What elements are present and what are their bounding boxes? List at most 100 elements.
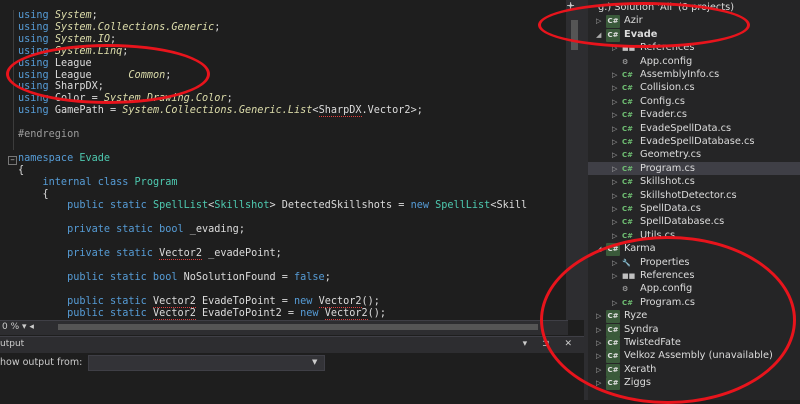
expand-icon[interactable]: ▷ (612, 42, 622, 55)
vertical-scroll-thumb[interactable] (571, 20, 578, 50)
tree-item[interactable]: ▷ C# EvadeSpellDatabase.cs (588, 135, 800, 148)
collapse-icon[interactable]: ◢ (596, 29, 606, 42)
tree-item-label: Azir (624, 15, 643, 27)
tree-item[interactable]: ▷ C# SpellDatabase.cs (588, 215, 800, 228)
expand-icon[interactable]: ▷ (612, 149, 622, 162)
expand-icon[interactable]: ▷ (596, 337, 606, 350)
code-token: using (18, 57, 55, 69)
tree-item-label: Syndra (624, 323, 659, 335)
tree-item[interactable]: ◢ C# Karma (588, 242, 800, 257)
expand-icon[interactable]: ▷ (596, 364, 606, 377)
output-body (0, 372, 584, 400)
tree-item-label: TwistedFate (624, 337, 681, 348)
expand-icon[interactable]: ▷ (612, 82, 622, 95)
code-token: { (18, 164, 25, 176)
tree-item[interactable]: ▷ C# Collision.cs (588, 81, 800, 94)
tree-item[interactable]: ▷ C# Evader.cs (588, 108, 800, 121)
config-file-icon: ⚙ (622, 57, 629, 66)
tree-item[interactable]: g.) Solution 'All' (8 projects) (588, 1, 800, 14)
tree-item[interactable]: ▷ C# Skillshot.cs (588, 175, 800, 188)
panel-window-buttons[interactable]: ▾ ⊐ ✕ (523, 339, 578, 349)
expand-icon[interactable]: ▷ (612, 136, 622, 149)
code-line: public static Vector2 EvadeToPoint2 = ne… (18, 307, 386, 320)
tree-item[interactable]: ▷ C# AssemblyInfo.cs (588, 68, 800, 81)
tree-item[interactable]: ▷ C# Velkoz Assembly (unavailable) (588, 349, 800, 364)
tree-item[interactable]: ▷ C# Azir (588, 14, 800, 29)
expand-icon[interactable]: ▷ (612, 297, 622, 310)
expand-icon[interactable]: ▷ (612, 176, 622, 189)
expand-icon[interactable]: ▷ (612, 216, 622, 229)
horizontal-scroll-thumb[interactable] (58, 324, 538, 330)
expand-icon[interactable]: ▷ (612, 203, 622, 216)
tree-item[interactable]: ▷ C# EvadeSpellData.cs (588, 122, 800, 135)
code-token: using (18, 93, 55, 105)
expand-icon[interactable]: ▷ (596, 324, 606, 337)
tree-item[interactable]: ▷ C# Ziggs (588, 376, 800, 391)
code-token: ; (97, 81, 104, 93)
tree-item[interactable]: ▷ 🔧 Properties (588, 256, 800, 269)
code-token: public static (18, 200, 153, 212)
expand-icon[interactable]: ▷ (612, 96, 622, 109)
tree-item[interactable]: ▷ C# Xerath (588, 363, 800, 377)
tree-item[interactable]: ◢ C# Evade (588, 28, 800, 42)
tree-item[interactable]: ▷ C# Program.cs (588, 296, 800, 309)
expand-icon[interactable]: ▷ (612, 163, 622, 176)
expand-icon[interactable]: ▷ (596, 350, 606, 363)
code-token: Vector2 (324, 307, 368, 320)
fold-toggle-icon[interactable]: − (8, 156, 17, 165)
csharp-project-icon: C# (606, 323, 620, 337)
code-token: new (410, 200, 436, 212)
code-line: namespace Evade (18, 153, 110, 165)
expand-icon[interactable]: ▷ (612, 257, 622, 270)
expand-icon[interactable]: ▷ (612, 230, 622, 243)
code-token: System.IO (54, 33, 111, 45)
collapse-icon[interactable]: ◢ (596, 243, 606, 256)
tree-item[interactable]: ⚙ App.config (588, 282, 800, 295)
tree-item-label: References (640, 42, 695, 54)
tree-item-label: EvadeSpellData.cs (640, 122, 732, 134)
expand-icon[interactable]: ▷ (596, 310, 606, 323)
code-editor[interactable]: − using System; using System.Collections.… (0, 0, 568, 320)
expand-icon[interactable]: ▷ (612, 123, 622, 136)
expand-icon[interactable]: ▷ (612, 69, 622, 82)
code-token: using (18, 81, 55, 93)
tree-item[interactable]: ▷ C# SpellData.cs (588, 202, 800, 215)
tree-item[interactable]: ▷ C# Syndra (588, 323, 800, 337)
tree-item[interactable]: ▷ C# Geometry.cs (588, 148, 800, 161)
gutter-line (13, 10, 14, 150)
tree-item-label: Ziggs (624, 377, 651, 389)
code-token: System (54, 10, 92, 21)
tree-item[interactable]: ▷ ■■ References (588, 41, 800, 54)
tree-item-label: App.config (640, 283, 693, 295)
expand-icon[interactable]: ▷ (612, 190, 622, 203)
expand-icon[interactable]: ▷ (612, 270, 622, 283)
tree-item[interactable]: ▷ C# SkillshotDetector.cs (588, 189, 800, 202)
code-token: System.Collections.Generic.List (122, 105, 313, 117)
output-source-select[interactable] (88, 355, 325, 371)
code-token: < (312, 105, 319, 117)
zoom-level[interactable]: 0 % ▾ ◂ (2, 320, 34, 334)
tree-item[interactable]: ▷ ■■ References (588, 269, 800, 282)
chevron-down-icon[interactable]: ▼ (312, 358, 317, 366)
add-icon[interactable]: + (566, 0, 575, 12)
tree-item[interactable]: ▷ C# Program.cs (588, 161, 800, 176)
code-token: System.Linq (54, 45, 123, 57)
tree-item[interactable]: ⚙ App.config (588, 55, 800, 68)
code-token: Vector2 (152, 307, 196, 320)
csharp-file-icon: C# (622, 97, 634, 106)
code-line: public static bool NoSolutionFound = fal… (18, 272, 331, 284)
tree-item[interactable]: ▷ C# Config.cs (588, 95, 800, 108)
tree-item-label: EvadeSpellDatabase.cs (640, 136, 755, 147)
csharp-file-icon: C# (622, 138, 634, 146)
code-token: Skillshot (214, 200, 270, 212)
tree-item[interactable]: ▷ C# Ryze (588, 309, 800, 324)
tree-item[interactable]: ▷ C# TwistedFate (588, 336, 800, 350)
tree-item-label: Ryze (624, 310, 648, 322)
code-token: _evading; (189, 224, 245, 236)
code-token: ; (226, 93, 233, 105)
expand-icon[interactable]: ▷ (596, 15, 606, 28)
expand-icon[interactable]: ▷ (612, 109, 622, 122)
tree-item[interactable]: ▷ C# Utils.cs (588, 229, 800, 242)
expand-icon[interactable]: ▷ (596, 377, 606, 390)
code-token: new (294, 295, 319, 307)
